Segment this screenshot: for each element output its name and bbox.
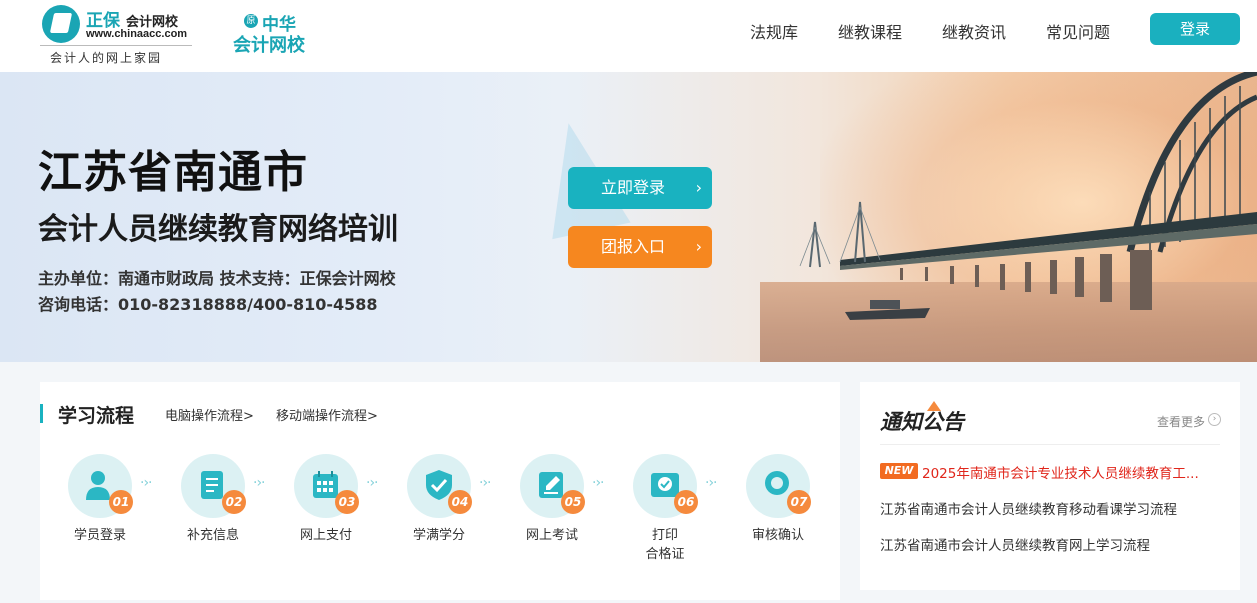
step-label: 打印 合格证 — [645, 528, 685, 562]
step-number: 01 — [109, 490, 133, 514]
logo-emblem-icon — [42, 5, 80, 43]
new-badge: NEW — [880, 463, 918, 479]
step-label: 补充信息 — [186, 528, 239, 543]
notice-item[interactable]: 江苏省南通市会计人员继续教育网上学习流程 — [880, 534, 1210, 554]
site-header: 正保 会计网校 www.chinaacc.com 会计人的网上家园 原 中华 会… — [0, 0, 1257, 72]
process-title: 学习流程 — [58, 405, 135, 427]
step-info[interactable]: 02 补充信息 — [168, 454, 258, 584]
step-payment[interactable]: 03 网上支付 — [281, 454, 371, 584]
zhonghua-logo[interactable]: 原 中华 会计网校 — [232, 10, 317, 56]
nav-regulations[interactable]: 法规库 — [750, 19, 798, 43]
nav-courses[interactable]: 继教课程 — [838, 19, 902, 43]
step-number: 05 — [561, 490, 585, 514]
step-number: 03 — [335, 490, 359, 514]
step-review[interactable]: 07 审核确认 — [733, 454, 823, 584]
login-now-button[interactable]: 立即登录 › — [568, 167, 712, 209]
banner-hotline: 咨询电话：010-82318888/400-810-4588 — [38, 295, 378, 314]
step-certificate[interactable]: 06 打印 合格证 — [620, 454, 710, 584]
chevron-right-icon: › — [695, 237, 702, 256]
step-number: 02 — [222, 490, 246, 514]
step-arrow: ·›· — [253, 475, 265, 491]
step-label: 网上考试 — [525, 528, 578, 543]
step-arrow: ·›· — [592, 475, 604, 491]
step-label: 审核确认 — [751, 528, 804, 543]
logo-divider — [40, 45, 192, 46]
banner-title: 江苏省南通市 — [38, 147, 308, 198]
chevron-right-icon: › — [695, 178, 702, 197]
notice-title: 通知公告 — [880, 409, 964, 434]
pc-guide-link[interactable]: 电脑操作流程> — [165, 405, 254, 424]
learning-process-card: 学习流程 电脑操作流程> 移动端操作流程> 01 学员登录 ·›· 02 补充信… — [40, 382, 840, 600]
login-now-label: 立即登录 — [601, 178, 666, 197]
view-more-link[interactable]: 查看更多 — [1157, 413, 1205, 430]
step-arrow: ·›· — [479, 475, 491, 491]
group-signup-label: 团报入口 — [601, 237, 666, 256]
step-number: 07 — [787, 490, 811, 514]
step-label: 学员登录 — [73, 528, 126, 543]
logo2-line2: 会计网校 — [233, 35, 305, 56]
notice-item[interactable]: 2025年南通市会计专业技术人员继续教育工... — [922, 462, 1207, 482]
step-arrow: ·›· — [705, 475, 717, 491]
step-number: 04 — [448, 490, 472, 514]
title-accent-bar — [40, 404, 43, 423]
hero-banner: 江苏省南通市 会计人员继续教育网络培训 主办单位：南通市财政局 技术支持：正保会… — [0, 72, 1257, 362]
nav-faq[interactable]: 常见问题 — [1046, 19, 1110, 43]
step-arrow: ·›· — [366, 475, 378, 491]
nav-news[interactable]: 继教资讯 — [942, 19, 1006, 43]
group-signup-button[interactable]: 团报入口 › — [568, 226, 712, 268]
logo-slogan: 会计人的网上家园 — [50, 51, 163, 65]
step-login[interactable]: 01 学员登录 — [55, 454, 145, 584]
chevron-right-icon[interactable]: › — [1208, 413, 1221, 426]
step-number: 06 — [674, 490, 698, 514]
banner-organizer: 主办单位：南通市财政局 技术支持：正保会计网校 — [38, 269, 396, 288]
logo2-badge: 原 — [244, 14, 258, 28]
header-login-button[interactable]: 登录 — [1150, 13, 1240, 45]
step-credits[interactable]: 04 学满学分 — [394, 454, 484, 584]
mobile-guide-link[interactable]: 移动端操作流程> — [276, 405, 378, 424]
banner-subtitle: 会计人员继续教育网络培训 — [38, 212, 398, 247]
step-label: 网上支付 — [299, 528, 352, 543]
notice-item[interactable]: 江苏省南通市会计人员继续教育移动看课学习流程 — [880, 498, 1210, 518]
step-label: 学满学分 — [412, 528, 465, 543]
notice-card: 通知公告 查看更多 › NEW 2025年南通市会计专业技术人员继续教育工...… — [860, 382, 1240, 590]
divider — [880, 444, 1220, 445]
logo-url: www.chinaacc.com — [86, 28, 188, 40]
step-exam[interactable]: 05 网上考试 — [507, 454, 597, 584]
step-arrow: ·›· — [140, 475, 152, 491]
chinaacc-logo[interactable]: 正保 会计网校 www.chinaacc.com 会计人的网上家园 — [40, 3, 195, 67]
